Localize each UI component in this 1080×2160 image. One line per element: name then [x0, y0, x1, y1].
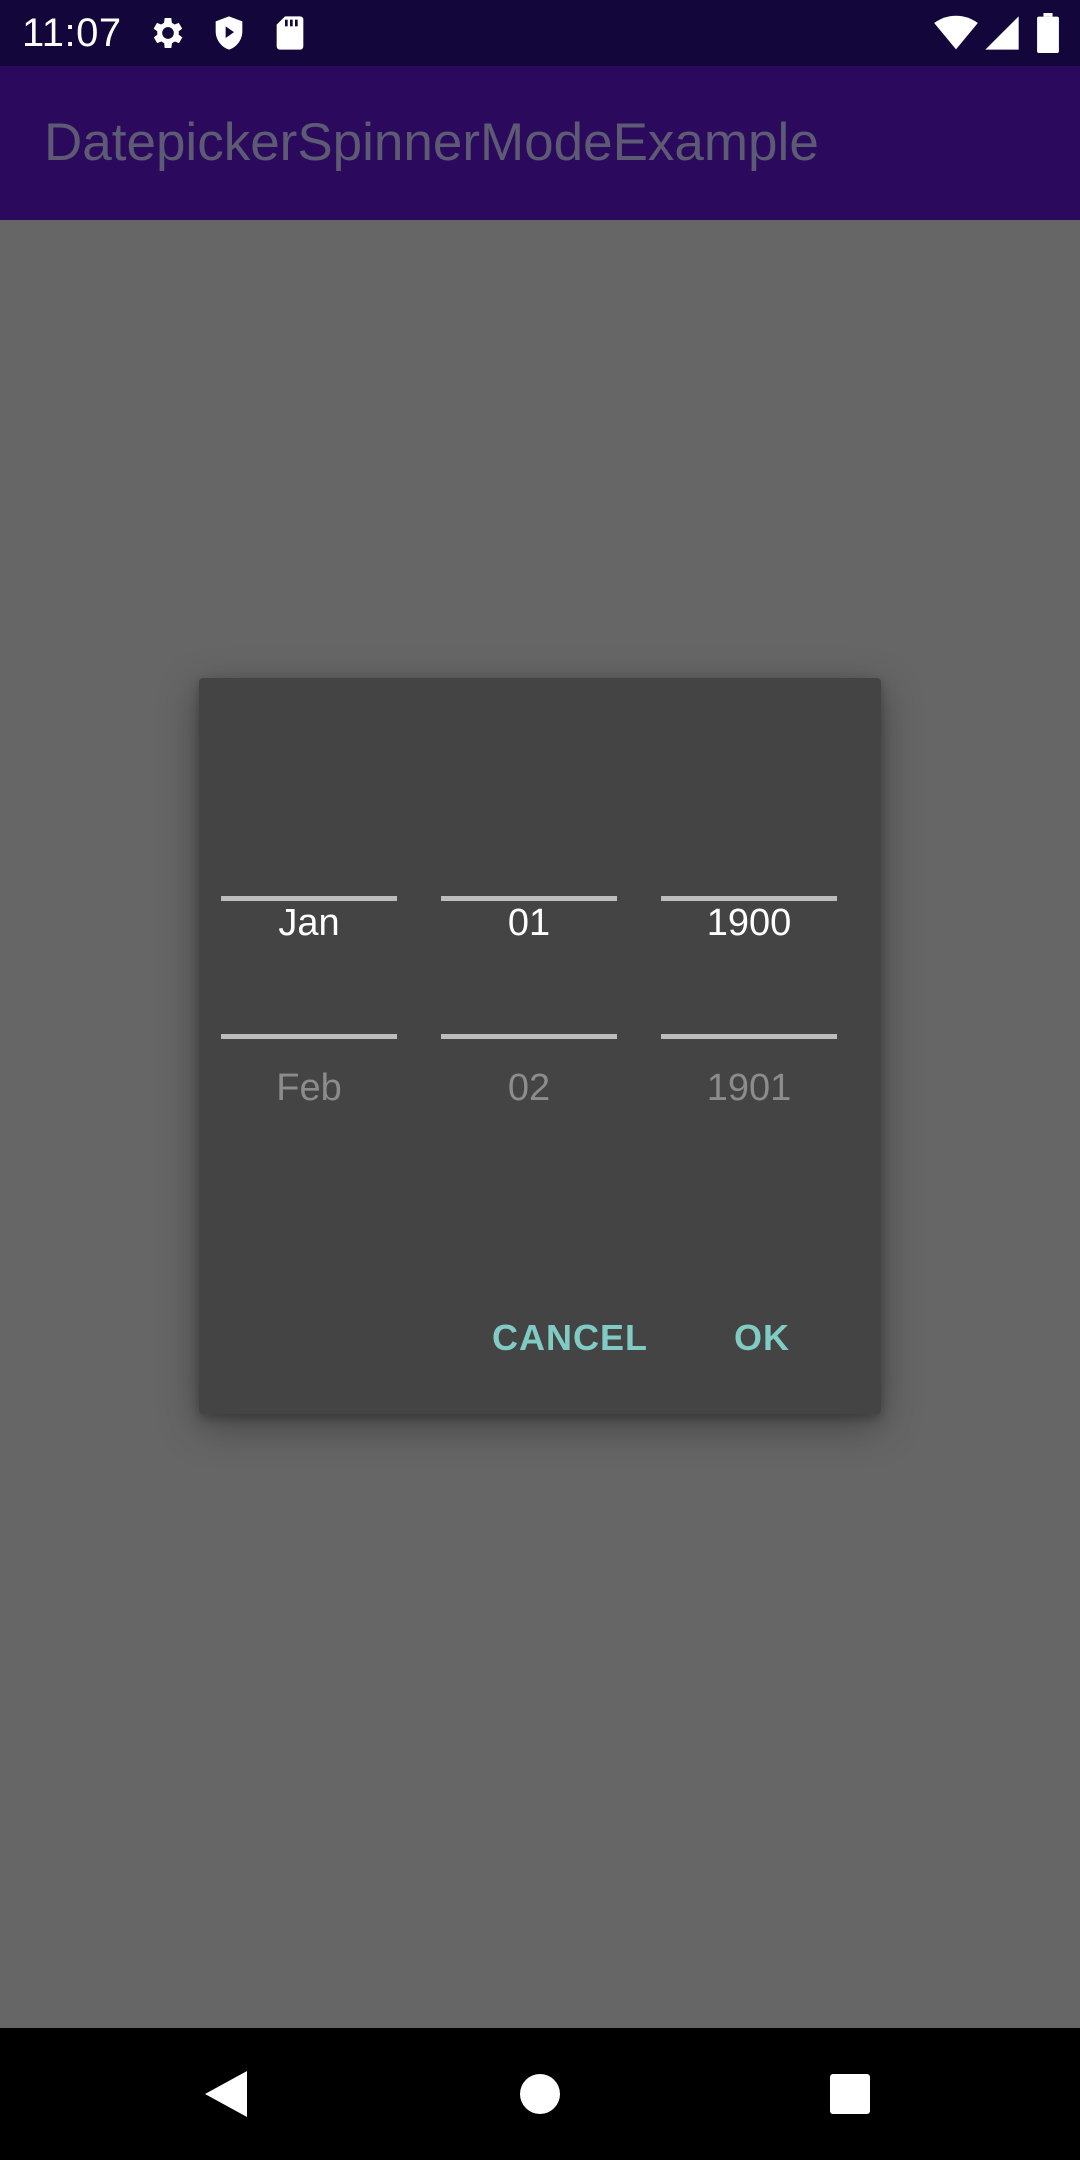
- month-divider-bottom: [221, 1034, 397, 1039]
- recents-icon[interactable]: [810, 2054, 890, 2134]
- shield-icon: [209, 13, 249, 53]
- wifi-icon: [934, 13, 978, 53]
- year-divider-bottom: [661, 1034, 837, 1039]
- app-bar: DatepickerSpinnerModeExample: [0, 66, 1080, 220]
- home-icon[interactable]: [500, 2054, 580, 2134]
- gear-icon: [148, 13, 188, 53]
- year-selected[interactable]: 1900: [661, 900, 837, 946]
- day-selected[interactable]: 01: [441, 900, 617, 946]
- day-spinner[interactable]: 01 02: [441, 678, 617, 1238]
- month-next[interactable]: Feb: [221, 1065, 397, 1111]
- sd-card-icon: [270, 13, 310, 53]
- cell-signal-icon: [982, 13, 1022, 53]
- year-spinner[interactable]: 1900 1901: [661, 678, 837, 1238]
- app-title: DatepickerSpinnerModeExample: [44, 113, 819, 172]
- ok-button[interactable]: OK: [720, 1296, 804, 1380]
- back-icon[interactable]: [186, 2054, 266, 2134]
- day-next[interactable]: 02: [441, 1065, 617, 1111]
- year-next[interactable]: 1901: [661, 1065, 837, 1111]
- navigation-bar: [0, 2028, 1080, 2160]
- status-time: 11:07: [22, 11, 122, 55]
- cancel-button[interactable]: CANCEL: [478, 1296, 662, 1380]
- battery-icon: [1036, 13, 1060, 53]
- month-selected[interactable]: Jan: [221, 900, 397, 946]
- status-bar: 11:07: [0, 0, 1080, 66]
- month-spinner[interactable]: Jan Feb: [221, 678, 397, 1238]
- day-divider-bottom: [441, 1034, 617, 1039]
